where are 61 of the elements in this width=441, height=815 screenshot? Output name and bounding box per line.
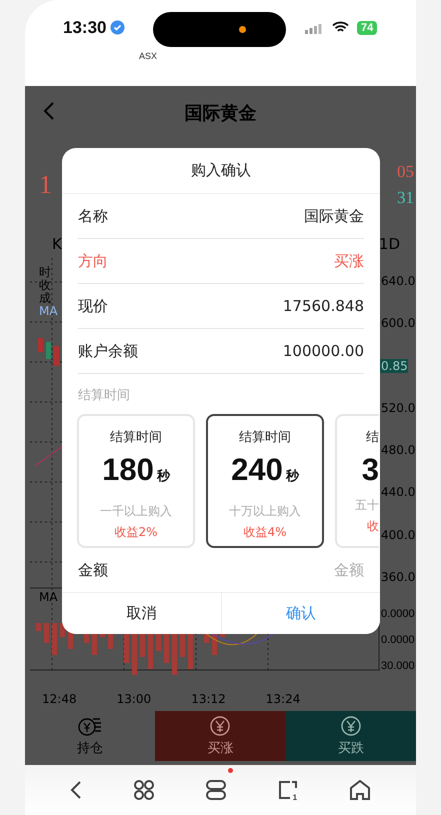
row-value: 100000.00 <box>282 342 364 360</box>
candle <box>54 346 59 366</box>
notification-dot <box>228 768 233 773</box>
time-label: 12:48 <box>42 692 77 706</box>
axis-label: 600.0 <box>380 316 416 330</box>
axis-label: 520.0 <box>380 400 416 415</box>
axis-label: 0.0000 <box>380 634 415 646</box>
yuan-icon <box>209 715 232 737</box>
row-value: 买涨 <box>334 252 364 270</box>
battery-level: 74 <box>357 21 378 35</box>
settlement-option[interactable]: 结算时间 180 秒 一千以上购入 收益2% <box>77 414 195 548</box>
axis-label: 440.0 <box>380 485 416 500</box>
row-value: 17560.848 <box>282 297 364 315</box>
amount-label: 金额 <box>78 560 108 580</box>
page-title: 国际黄金 <box>184 102 256 125</box>
price-value: 1 <box>39 170 52 200</box>
row-label: 名称 <box>78 206 108 226</box>
time-label: 13:00 <box>116 692 152 706</box>
shortcuts-icon[interactable] <box>132 779 155 801</box>
wifi-icon <box>332 21 349 34</box>
indicator-icon <box>239 26 246 33</box>
chart-info-label: 成 <box>39 292 52 305</box>
candle <box>38 338 43 352</box>
confirm-button[interactable]: 确认 <box>220 593 380 634</box>
axis-label: 400.0 <box>380 528 416 542</box>
chart-info-label: MA <box>39 305 58 318</box>
buy-up-button[interactable]: 买涨 <box>155 711 286 761</box>
axis-label: 30.000 <box>380 660 415 672</box>
signal-icon <box>305 23 322 34</box>
row-label: 账户余额 <box>78 342 138 360</box>
axis-label: 640.0 <box>380 274 416 288</box>
axis-label: 0.0000 <box>380 608 415 620</box>
carrier-label: ASX <box>139 51 158 61</box>
axis-label: 480.0 <box>380 443 416 458</box>
indicator-label: MA <box>39 590 58 604</box>
back-icon[interactable] <box>70 780 82 800</box>
time-label: 13:12 <box>191 692 226 706</box>
histogram-bar <box>36 623 41 631</box>
axis-label: 360.0 <box>380 570 416 584</box>
histogram-bar <box>52 623 57 655</box>
candle <box>46 342 51 359</box>
status-time: 13:30 <box>63 18 106 38</box>
yuan-icon <box>340 715 362 737</box>
change-value: 05 <box>397 162 414 182</box>
home-icon[interactable] <box>348 779 371 801</box>
chart-info-label: 收 <box>39 279 52 292</box>
section-label: 结算时间 <box>78 387 131 404</box>
row-label: 现价 <box>78 296 108 316</box>
price-tag: 0.85 <box>380 358 408 373</box>
change-value: 31 <box>397 188 414 208</box>
verified-icon <box>110 20 125 35</box>
buy-down-button[interactable]: 买跌 <box>286 711 416 761</box>
row-label: 方向 <box>78 252 108 270</box>
dialog-title: 购入确认 <box>62 148 380 194</box>
settlement-option[interactable]: 结算时间 240 秒 十万以上购入 收益4% <box>206 414 324 548</box>
chart-info-label: 时 <box>39 266 52 279</box>
time-label: 13:24 <box>266 692 300 706</box>
histogram-bar <box>44 623 49 643</box>
multitask-icon[interactable] <box>205 779 228 801</box>
settlement-option[interactable]: 结 3 五十 收 <box>335 414 379 548</box>
row-value: 国际黄金 <box>304 206 364 226</box>
